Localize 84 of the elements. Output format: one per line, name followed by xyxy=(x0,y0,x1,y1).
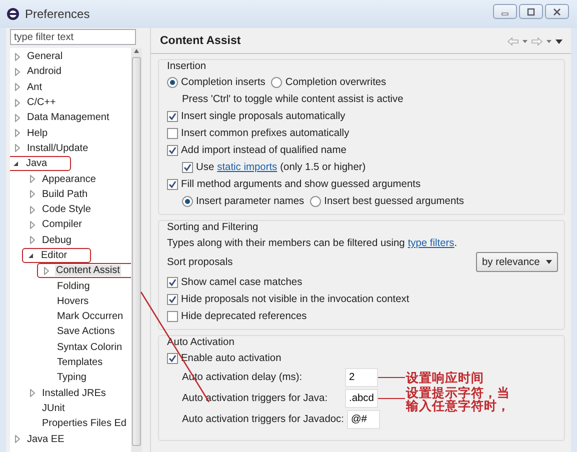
tree-item[interactable]: Properties Files Ed xyxy=(41,418,128,430)
tree-item[interactable]: Build Path xyxy=(41,188,89,200)
tree-item[interactable]: Ant xyxy=(26,82,44,93)
maximize-button[interactable] xyxy=(519,4,543,19)
checkbox[interactable] xyxy=(167,179,178,190)
type-filters-link[interactable]: type filters xyxy=(408,238,454,249)
checkbox[interactable] xyxy=(167,145,178,156)
filter-field[interactable]: type filter text xyxy=(10,29,136,45)
tree-item[interactable]: Debug xyxy=(41,234,72,246)
leader-line xyxy=(378,376,405,378)
minimize-button[interactable] xyxy=(493,4,517,19)
tree-item[interactable]: Folding xyxy=(56,280,91,292)
checkbox-label: Show camel case matches xyxy=(181,277,302,288)
tree-item[interactable]: Installed JREs xyxy=(41,388,107,399)
tree-item[interactable]: C/C++ xyxy=(26,97,57,108)
group-title: Sorting and Filtering xyxy=(167,222,260,233)
input-field[interactable]: .abcd xyxy=(345,389,378,408)
input-field[interactable]: 2 xyxy=(345,368,378,387)
radio-button[interactable] xyxy=(310,196,322,207)
maximize-icon xyxy=(527,8,535,16)
checkbox-label: Hide deprecated references xyxy=(181,311,307,322)
tree-item[interactable]: Help xyxy=(26,128,49,139)
annotation-text: 设置提示字符，当 输入任意字符时， xyxy=(406,386,510,412)
checkbox-label: Insert common prefixes automatically xyxy=(181,128,350,139)
annotation-text: 设置响应时间 xyxy=(406,371,484,384)
tree-item[interactable]: Code Style xyxy=(41,204,92,216)
app-icon xyxy=(6,7,20,21)
close-icon xyxy=(553,8,561,16)
radio-label: Insert parameter names xyxy=(196,196,304,207)
close-button[interactable] xyxy=(545,4,569,19)
checkbox[interactable] xyxy=(167,353,178,364)
input-field[interactable]: @# xyxy=(346,410,380,429)
scrollbar[interactable] xyxy=(131,48,142,452)
field-label: Auto activation triggers for Javadoc: xyxy=(182,414,344,425)
radio-label: Completion inserts xyxy=(181,77,266,88)
tree-item[interactable]: Syntax Colorin xyxy=(56,342,124,353)
radio-label: Insert best guessed arguments xyxy=(324,196,464,207)
tree-item[interactable]: Install/Update xyxy=(26,142,90,154)
tree-item[interactable]: Android xyxy=(26,66,62,78)
tree-item[interactable]: Appearance xyxy=(41,174,97,185)
tree-item[interactable]: Typing xyxy=(56,372,88,384)
tree-item[interactable]: Content Assist xyxy=(55,265,121,276)
hint-text: Press 'Ctrl' to toggle while content assist is active xyxy=(182,94,404,105)
tree-item[interactable]: Compiler xyxy=(41,219,84,230)
checkbox[interactable] xyxy=(167,277,178,288)
checkbox[interactable] xyxy=(182,162,193,173)
checkbox-label: Hide proposals not visible in the invocation context xyxy=(181,294,410,305)
tree-item[interactable]: JUnit xyxy=(41,402,66,414)
description-text: Types along with their members can be filtered using xyxy=(167,238,405,249)
tree-item[interactable]: Java xyxy=(25,158,48,170)
tree-item[interactable]: Java EE xyxy=(26,434,66,445)
checkbox[interactable] xyxy=(167,294,178,305)
checkbox-label: Fill method arguments and show guessed arguments xyxy=(181,179,421,190)
radio-label: Completion overwrites xyxy=(285,77,386,88)
tree-item[interactable]: Hovers xyxy=(56,296,90,307)
tree-item[interactable]: General xyxy=(26,51,64,62)
window-title: Preferences xyxy=(25,7,91,21)
scroll-up-icon xyxy=(133,48,140,54)
checkbox-label: Use xyxy=(196,162,214,173)
leader-line xyxy=(378,398,405,400)
checkbox-label: Enable auto activation xyxy=(181,353,282,364)
sort-dropdown[interactable]: by relevance xyxy=(476,252,558,272)
tree-item[interactable]: Data Management xyxy=(26,112,110,124)
radio-button[interactable] xyxy=(182,196,193,207)
tree-item[interactable]: Templates xyxy=(56,357,104,368)
caret-icon xyxy=(546,260,552,264)
checkbox-label: Insert single proposals automatically xyxy=(181,111,346,122)
tree-item[interactable]: Editor xyxy=(40,250,68,261)
static-imports-link[interactable]: static imports xyxy=(217,162,278,173)
page-title: Content Assist xyxy=(160,35,242,47)
view-menu-button[interactable] xyxy=(555,36,563,46)
checkbox[interactable] xyxy=(167,311,178,322)
tree-item[interactable]: Save Actions xyxy=(56,326,116,338)
checkbox-label: (only 1.5 or higher) xyxy=(280,162,366,173)
radio-button[interactable] xyxy=(167,77,178,88)
checkbox[interactable] xyxy=(167,111,178,122)
checkbox-label: Add import instead of qualified name xyxy=(181,145,346,156)
group-title: Insertion xyxy=(167,61,208,72)
minimize-icon xyxy=(502,12,508,15)
field-label: Sort proposals xyxy=(167,256,233,268)
tree-item[interactable]: Mark Occurren xyxy=(56,311,124,322)
period-text: . xyxy=(454,238,458,249)
radio-button[interactable] xyxy=(271,77,282,88)
checkbox[interactable] xyxy=(167,128,178,139)
